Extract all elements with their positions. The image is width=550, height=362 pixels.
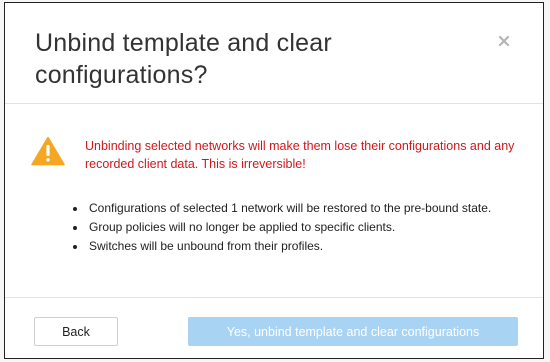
warning-message: Unbinding selected networks will make th… bbox=[85, 139, 515, 171]
dialog-header: Unbind template and clear configurations… bbox=[5, 3, 543, 104]
list-item: Switches will be unbound from their prof… bbox=[87, 237, 491, 256]
list-item: Configurations of selected 1 network wil… bbox=[87, 199, 491, 218]
consequences-list: Configurations of selected 1 network wil… bbox=[71, 199, 491, 256]
list-item: Group policies will no longer be applied… bbox=[87, 218, 491, 237]
dialog-body: Unbinding selected networks will make th… bbox=[5, 104, 543, 297]
dialog-footer: Back Yes, unbind template and clear conf… bbox=[5, 297, 543, 359]
confirm-unbind-button[interactable]: Yes, unbind template and clear configura… bbox=[188, 317, 518, 346]
back-button[interactable]: Back bbox=[34, 317, 118, 346]
close-icon[interactable] bbox=[497, 34, 511, 48]
page: Unbind template and clear configurations… bbox=[0, 0, 550, 362]
unbind-dialog: Unbind template and clear configurations… bbox=[4, 2, 544, 359]
dialog-title: Unbind template and clear configurations… bbox=[35, 29, 332, 89]
warning-triangle-icon bbox=[31, 136, 65, 166]
